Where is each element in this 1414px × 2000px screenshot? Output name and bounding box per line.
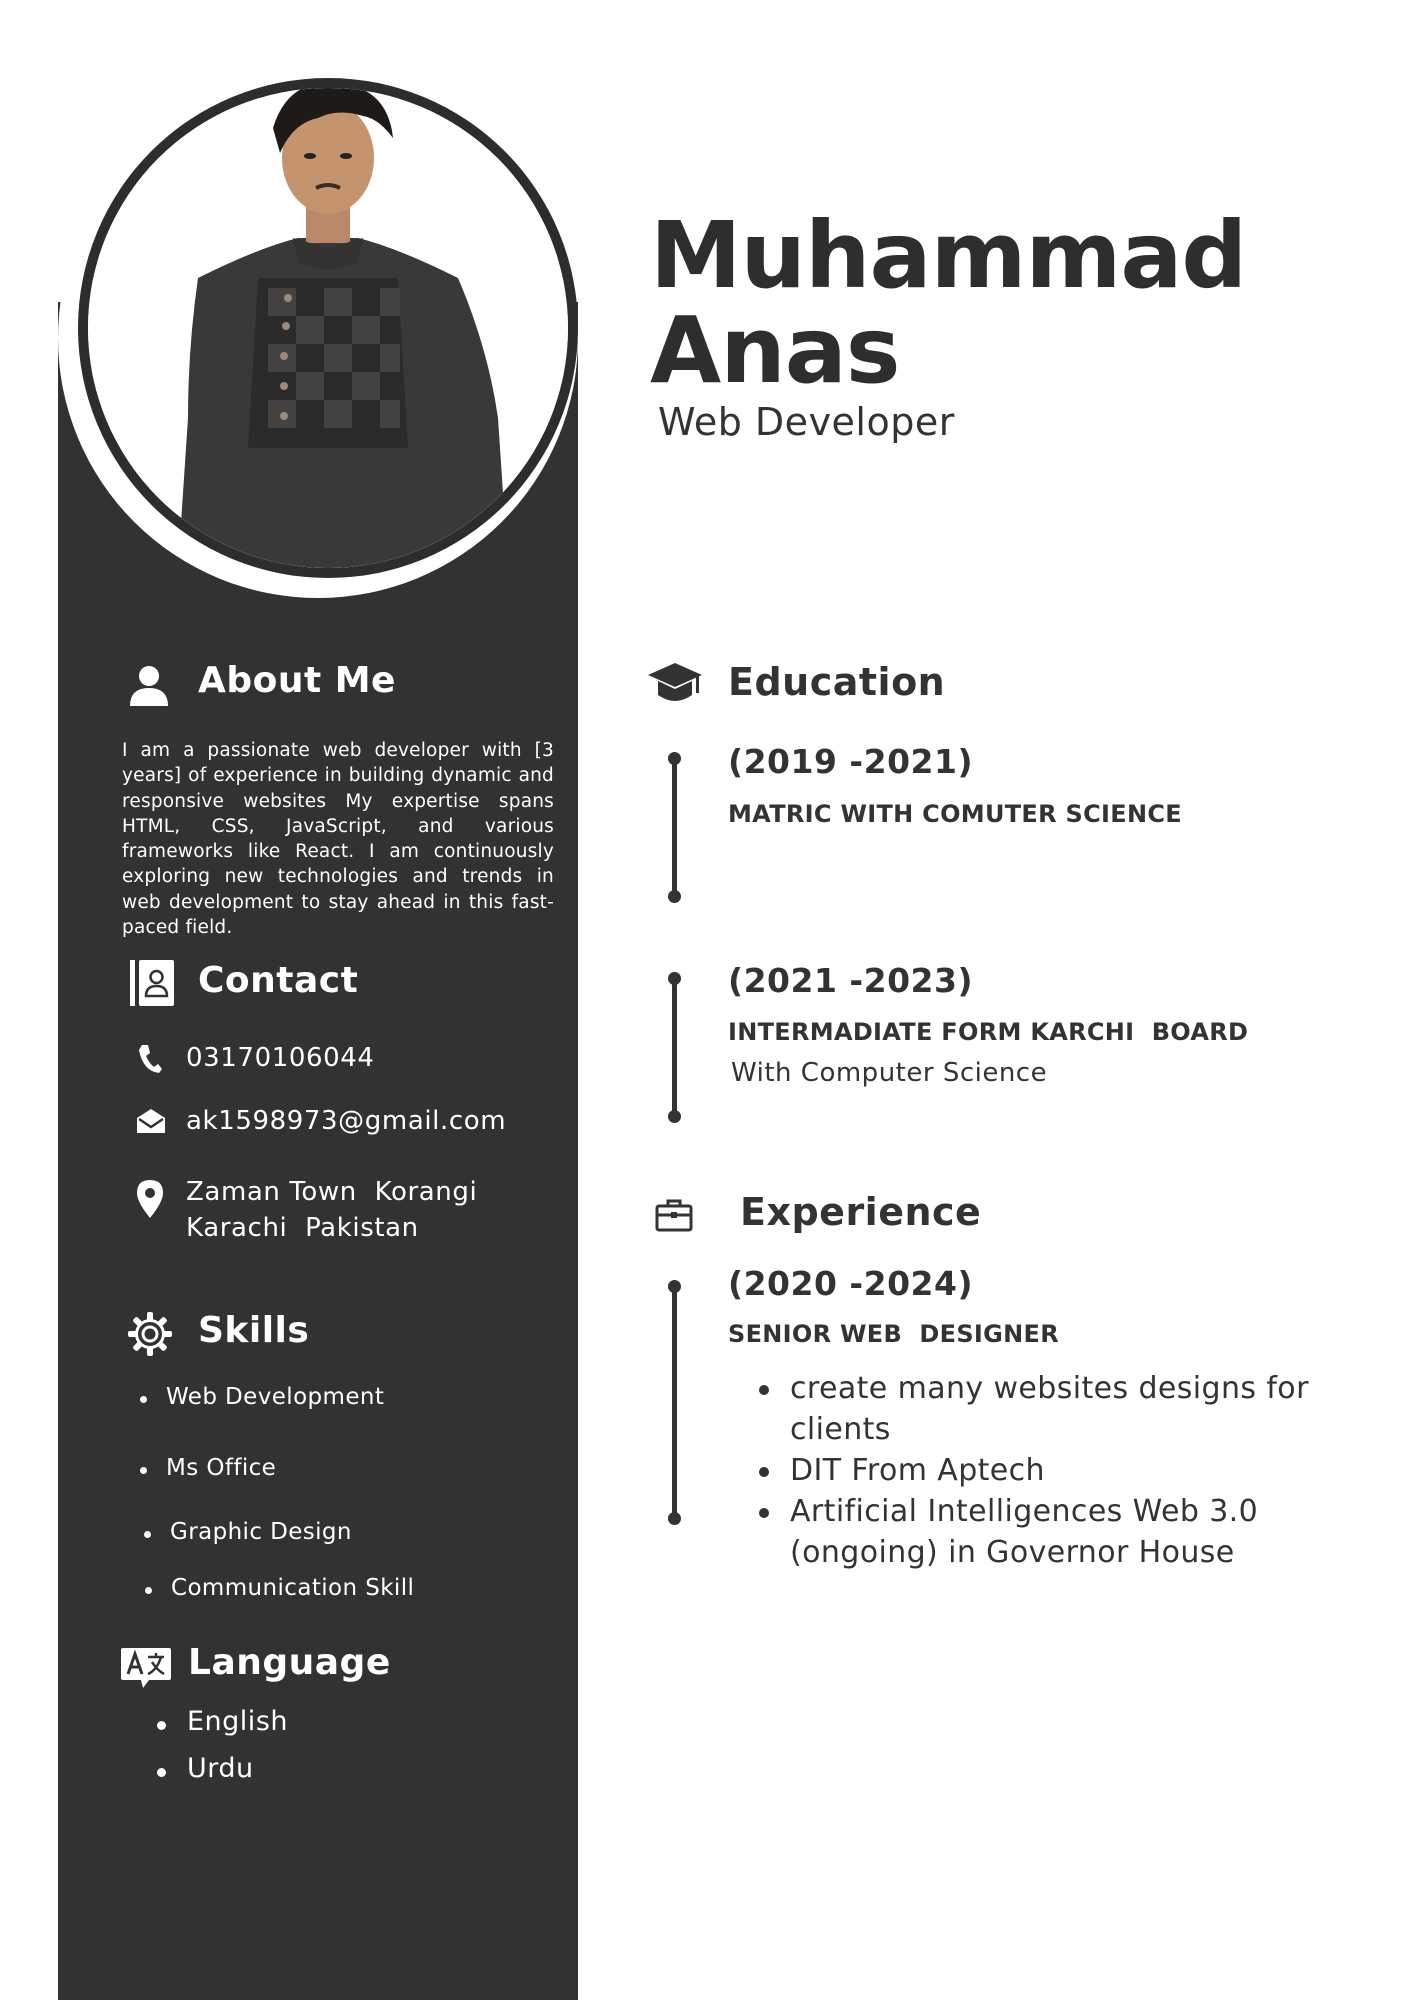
profile-photo-illustration: [88, 88, 568, 568]
experience-bullet: create many websites designs for clients: [759, 1368, 1350, 1450]
experience-title: SENIOR WEB DESIGNER: [728, 1320, 1059, 1348]
education-detail: With Computer Science: [731, 1058, 1048, 1088]
person-icon: [128, 664, 170, 710]
language-item: Urdu: [157, 1753, 254, 1784]
profile-photo: [88, 88, 568, 568]
timeline-line: [672, 758, 677, 898]
resume-page: Muhammad Anas Web Developer About Me I a…: [0, 0, 1414, 2000]
candidate-name: Muhammad Anas: [650, 208, 1350, 398]
education-degree: MATRIC WITH COMUTER SCIENCE: [728, 800, 1182, 828]
graduation-cap-icon: [648, 663, 702, 711]
skill-item: Graphic Design: [144, 1519, 352, 1545]
education-years: (2021 -2023): [728, 961, 974, 1000]
briefcase-icon: [655, 1198, 693, 1236]
contact-heading: Contact: [198, 960, 359, 1001]
experience-years: (2020 -2024): [728, 1264, 974, 1303]
email-icon: [136, 1108, 166, 1138]
address-line-2: Karachi Pakistan: [186, 1213, 419, 1243]
language-heading: Language: [188, 1642, 391, 1683]
name-line-2: Anas: [650, 297, 901, 404]
education-years: (2019 -2021): [728, 742, 974, 781]
timeline-dot: [668, 1110, 681, 1123]
contact-email[interactable]: ak1598973@gmail.com: [186, 1103, 506, 1139]
language-item: English: [157, 1706, 288, 1737]
translate-icon: [121, 1648, 171, 1692]
experience-bullets: create many websites designs for clients…: [759, 1368, 1350, 1573]
experience-bullet: Artificial Intelligences Web 3.0 (ongoin…: [759, 1491, 1350, 1573]
experience-heading: Experience: [740, 1190, 982, 1234]
skill-item: Web Development: [139, 1384, 385, 1410]
timeline-dot: [668, 890, 681, 903]
timeline-dot: [668, 1512, 681, 1525]
timeline-line: [672, 978, 677, 1118]
about-heading: About Me: [198, 660, 396, 701]
phone-icon: [137, 1044, 163, 1078]
job-role: Web Developer: [658, 400, 955, 444]
experience-bullet: DIT From Aptech: [759, 1450, 1350, 1491]
skill-item: Communication Skill: [144, 1575, 415, 1601]
location-pin-icon: [137, 1180, 163, 1222]
contact-book-icon: [130, 960, 174, 1010]
address-line-1: Zaman Town Korangi: [186, 1177, 478, 1207]
about-text: I am a passionate web developer with [3 …: [122, 740, 554, 939]
skills-heading: Skills: [198, 1310, 310, 1351]
education-degree: INTERMADIATE FORM KARCHI BOARD: [728, 1018, 1249, 1046]
contact-address: Zaman Town Korangi Karachi Pakistan: [186, 1174, 477, 1246]
gear-icon: [128, 1312, 172, 1360]
name-line-1: Muhammad: [650, 202, 1247, 309]
contact-phone[interactable]: 03170106044: [186, 1040, 375, 1076]
skill-item: Ms Office: [139, 1455, 277, 1481]
timeline-line: [672, 1286, 677, 1520]
education-heading: Education: [728, 660, 946, 704]
